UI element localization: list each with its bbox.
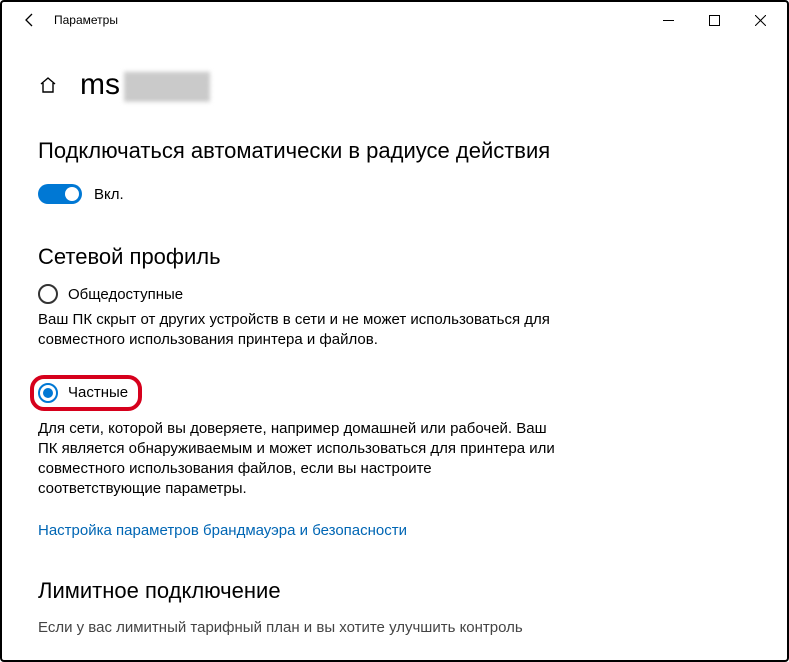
radio-icon: [38, 383, 58, 403]
maximize-button[interactable]: [691, 4, 737, 36]
network-name-prefix: ms: [80, 68, 120, 101]
radio-private-desc: Для сети, которой вы доверяете, например…: [38, 419, 558, 500]
network-profile-heading: Сетевой профиль: [38, 244, 751, 270]
page-title: ms: [80, 68, 210, 102]
autoconnect-toggle-label: Вкл.: [94, 186, 124, 203]
radio-public[interactable]: Общедоступные: [38, 284, 751, 304]
page-header: ms: [38, 68, 751, 102]
close-button[interactable]: [737, 4, 783, 36]
network-name-redacted: [124, 72, 210, 102]
autoconnect-heading: Подключаться автоматически в радиусе дей…: [38, 138, 751, 164]
radio-icon: [38, 284, 58, 304]
metered-desc: Если у вас лимитный тарифный план и вы х…: [38, 618, 558, 638]
content-area: ms Подключаться автоматически в радиусе …: [2, 38, 787, 638]
home-icon[interactable]: [38, 75, 58, 95]
radio-public-label: Общедоступные: [68, 286, 183, 303]
minimize-button[interactable]: [645, 4, 691, 36]
radio-public-desc: Ваш ПК скрыт от других устройств в сети …: [38, 310, 558, 351]
window-title: Параметры: [54, 13, 645, 27]
radio-private-label: Частные: [68, 384, 128, 401]
radio-private[interactable]: Частные: [38, 383, 128, 403]
titlebar: Параметры: [2, 2, 787, 38]
metered-heading: Лимитное подключение: [38, 578, 751, 604]
back-button[interactable]: [14, 12, 46, 28]
highlight-annotation: Частные: [30, 375, 142, 411]
autoconnect-toggle[interactable]: [38, 184, 82, 204]
firewall-settings-link[interactable]: Настройка параметров брандмауэра и безоп…: [38, 522, 407, 539]
